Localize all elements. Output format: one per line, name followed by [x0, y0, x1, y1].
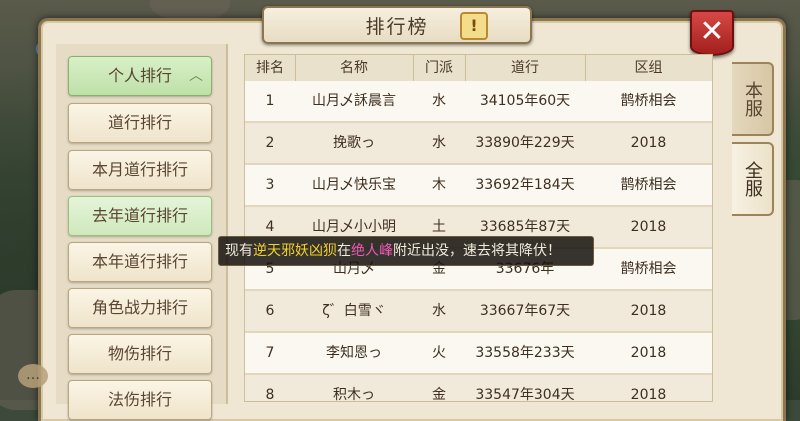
- tab-all-servers[interactable]: 全服: [732, 142, 774, 216]
- server-group-cell: 鹊桥相会: [620, 93, 677, 109]
- tab-label: 本服: [742, 81, 763, 117]
- column-header-rank: 排名: [245, 55, 296, 81]
- table-header: 排名 名称 门派 道行 区组: [245, 55, 712, 82]
- daoxing-cell: 33692年184天: [475, 177, 575, 193]
- column-header-daoxing: 道行: [465, 55, 586, 81]
- window-title-plate: 排行榜 !: [262, 6, 532, 44]
- rank-cell: 7: [265, 345, 275, 361]
- server-group-cell: 2018: [630, 303, 667, 319]
- sidebar-item-this-year-daoxing-ranking[interactable]: 本年道行排行: [68, 242, 212, 282]
- notice-mid: 在: [337, 243, 351, 259]
- server-group-cell: 2018: [630, 345, 667, 361]
- table-row[interactable]: 1 山月乄訸晨言 水 34105年60天 鹊桥相会: [245, 81, 712, 123]
- daoxing-cell: 33558年233天: [475, 345, 575, 361]
- sidebar-item-label: 本月道行排行: [91, 160, 188, 179]
- daoxing-cell: 33890年229天: [475, 135, 575, 151]
- column-header-name: 名称: [295, 55, 414, 81]
- rank-cell: 3: [265, 177, 275, 193]
- notice-suffix: 附近出没，速去将其降伏！: [393, 243, 561, 259]
- daoxing-cell: 34105年60天: [479, 93, 571, 109]
- tab-label: 全服: [742, 161, 763, 197]
- sect-cell: 木: [432, 177, 446, 193]
- sidebar-item-label: 角色战力排行: [91, 298, 188, 317]
- name-cell: 山月乄訸晨言: [312, 93, 396, 109]
- sidebar-item-combat-power-ranking[interactable]: 角色战力排行: [68, 288, 212, 328]
- column-header-sect: 门派: [413, 55, 466, 81]
- table-row[interactable]: 6 ζ゛白雪ヾ 水 33667年67天 2018: [245, 291, 712, 333]
- name-cell: 李知恩っ: [326, 345, 382, 361]
- name-cell: 山月乄快乐宝: [312, 177, 396, 193]
- sect-cell: 水: [432, 93, 446, 109]
- name-cell: ζ゛白雪ヾ: [322, 303, 386, 319]
- notice-prefix: 现有: [225, 243, 253, 259]
- chevron-up-icon: ︿: [189, 68, 203, 84]
- sidebar-item-label: 物伤排行: [107, 344, 172, 363]
- ranking-table: 排名 名称 门派 道行 区组 1 山月乄訸晨言水 34105年60天 鹊桥相会 2 挽歌っ…: [244, 54, 713, 402]
- server-group-cell: 鹊桥相会: [620, 177, 677, 193]
- table-row[interactable]: 3 山月乄快乐宝 木 33692年184天 鹊桥相会: [245, 165, 712, 207]
- sidebar-item-label: 道行排行: [107, 113, 172, 132]
- world-announcement: 现有逆天邪妖凶狈在绝人峰附近出没，速去将其降伏！: [218, 236, 594, 266]
- sidebar-item-label: 去年道行排行: [91, 206, 188, 225]
- sect-cell: 金: [432, 387, 446, 402]
- notice-location: 绝人峰: [351, 243, 393, 259]
- info-icon[interactable]: !: [460, 12, 488, 40]
- table-row[interactable]: 2 挽歌っ 水 33890年229天 2018: [245, 123, 712, 165]
- server-group-cell: 2018: [630, 387, 667, 402]
- table-row[interactable]: 7 李知恩っ 火 33558年233天 2018: [245, 333, 712, 375]
- sect-cell: 火: [432, 345, 446, 361]
- sidebar-item-physical-damage-ranking[interactable]: 物伤排行: [68, 334, 212, 374]
- daoxing-cell: 33547年304天: [475, 387, 575, 402]
- tab-this-server[interactable]: 本服: [732, 62, 774, 136]
- sidebar-item-last-year-daoxing-ranking[interactable]: 去年道行排行: [68, 196, 212, 236]
- server-group-cell: 2018: [630, 219, 667, 235]
- name-cell: 挽歌っ: [333, 135, 375, 151]
- rank-cell: 2: [265, 135, 275, 151]
- daoxing-cell: 33667年67天: [479, 303, 571, 319]
- table-row[interactable]: 8 积木っ 金 33547年304天 2018: [245, 375, 712, 402]
- notice-monster-name: 逆天邪妖凶狈: [253, 243, 337, 259]
- rank-cell: 8: [265, 387, 275, 402]
- sidebar-item-monthly-daoxing-ranking[interactable]: 本月道行排行: [68, 150, 212, 190]
- ranking-category-sidebar: 个人排行 ︿ 道行排行 本月道行排行 去年道行排行 本年道行排行 角色战力排行 …: [56, 44, 228, 420]
- sidebar-item-personal-ranking[interactable]: 个人排行 ︿: [68, 56, 212, 96]
- close-button[interactable]: ✕: [690, 10, 734, 56]
- server-group-cell: 鹊桥相会: [620, 261, 677, 277]
- sidebar-item-label: 本年道行排行: [91, 252, 188, 271]
- sect-cell: 水: [432, 303, 446, 319]
- server-group-cell: 2018: [630, 135, 667, 151]
- window-title: 排行榜: [365, 15, 429, 38]
- column-header-server-group: 区组: [634, 60, 663, 76]
- rank-cell: 1: [265, 93, 275, 109]
- sidebar-item-daoxing-ranking[interactable]: 道行排行: [68, 103, 212, 143]
- sidebar-item-magic-damage-ranking[interactable]: 法伤排行: [68, 380, 212, 420]
- chat-bubble-icon[interactable]: …: [18, 364, 48, 388]
- sidebar-item-label: 个人排行: [107, 66, 172, 85]
- sect-cell: 水: [432, 135, 446, 151]
- name-cell: 积木っ: [333, 387, 375, 402]
- rank-cell: 6: [265, 303, 275, 319]
